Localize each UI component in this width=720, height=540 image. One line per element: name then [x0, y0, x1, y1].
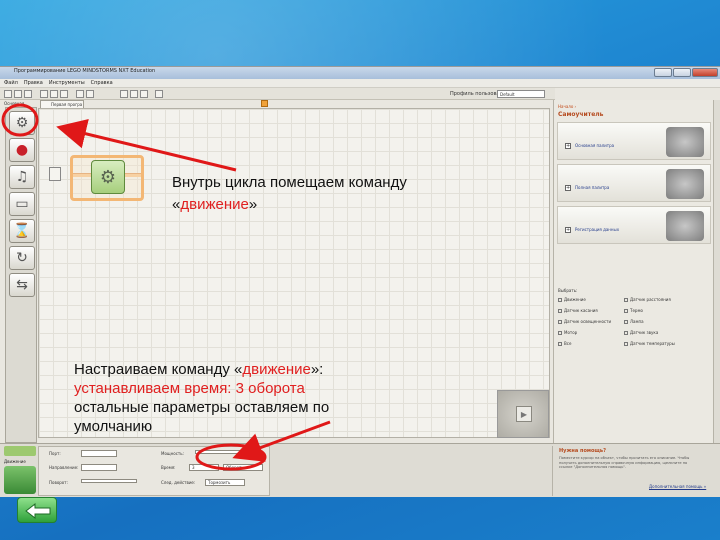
back-button[interactable]	[17, 497, 57, 523]
arrow-to-move	[56, 119, 237, 172]
arrow-left-icon	[25, 502, 51, 520]
annotation-overlay	[1, 103, 331, 471]
highlight-circle-move	[1, 103, 39, 137]
arrow-to-duration	[232, 420, 331, 462]
